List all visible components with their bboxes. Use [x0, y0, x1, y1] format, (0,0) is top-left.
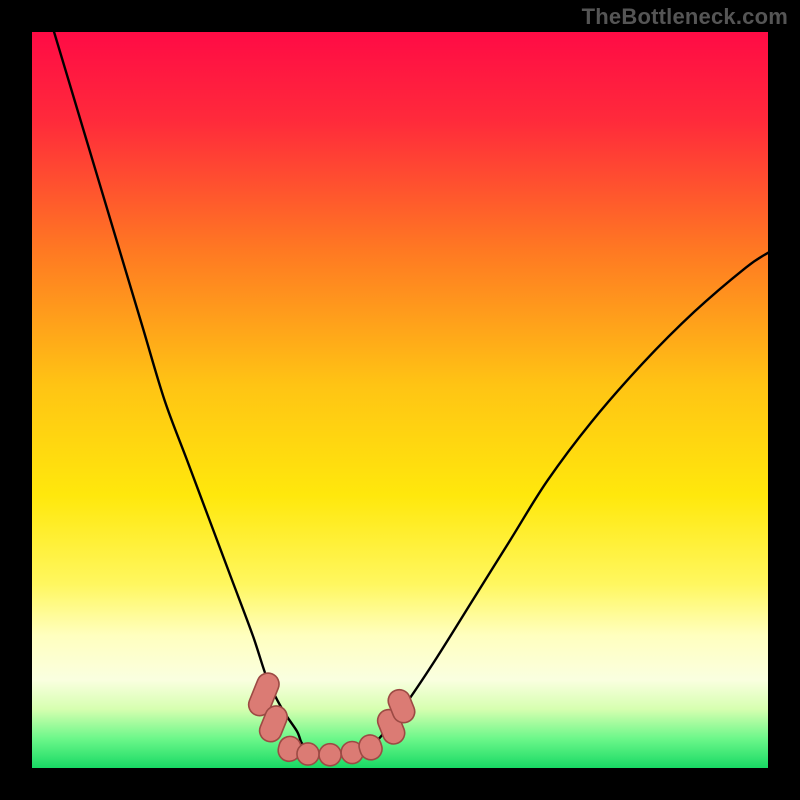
gradient-background: [32, 32, 768, 768]
bottleneck-chart: [32, 32, 768, 768]
curve-marker: [319, 744, 341, 766]
chart-frame: TheBottleneck.com: [0, 0, 800, 800]
watermark-text: TheBottleneck.com: [582, 4, 788, 30]
plot-area: [32, 32, 768, 768]
curve-marker: [297, 743, 319, 765]
